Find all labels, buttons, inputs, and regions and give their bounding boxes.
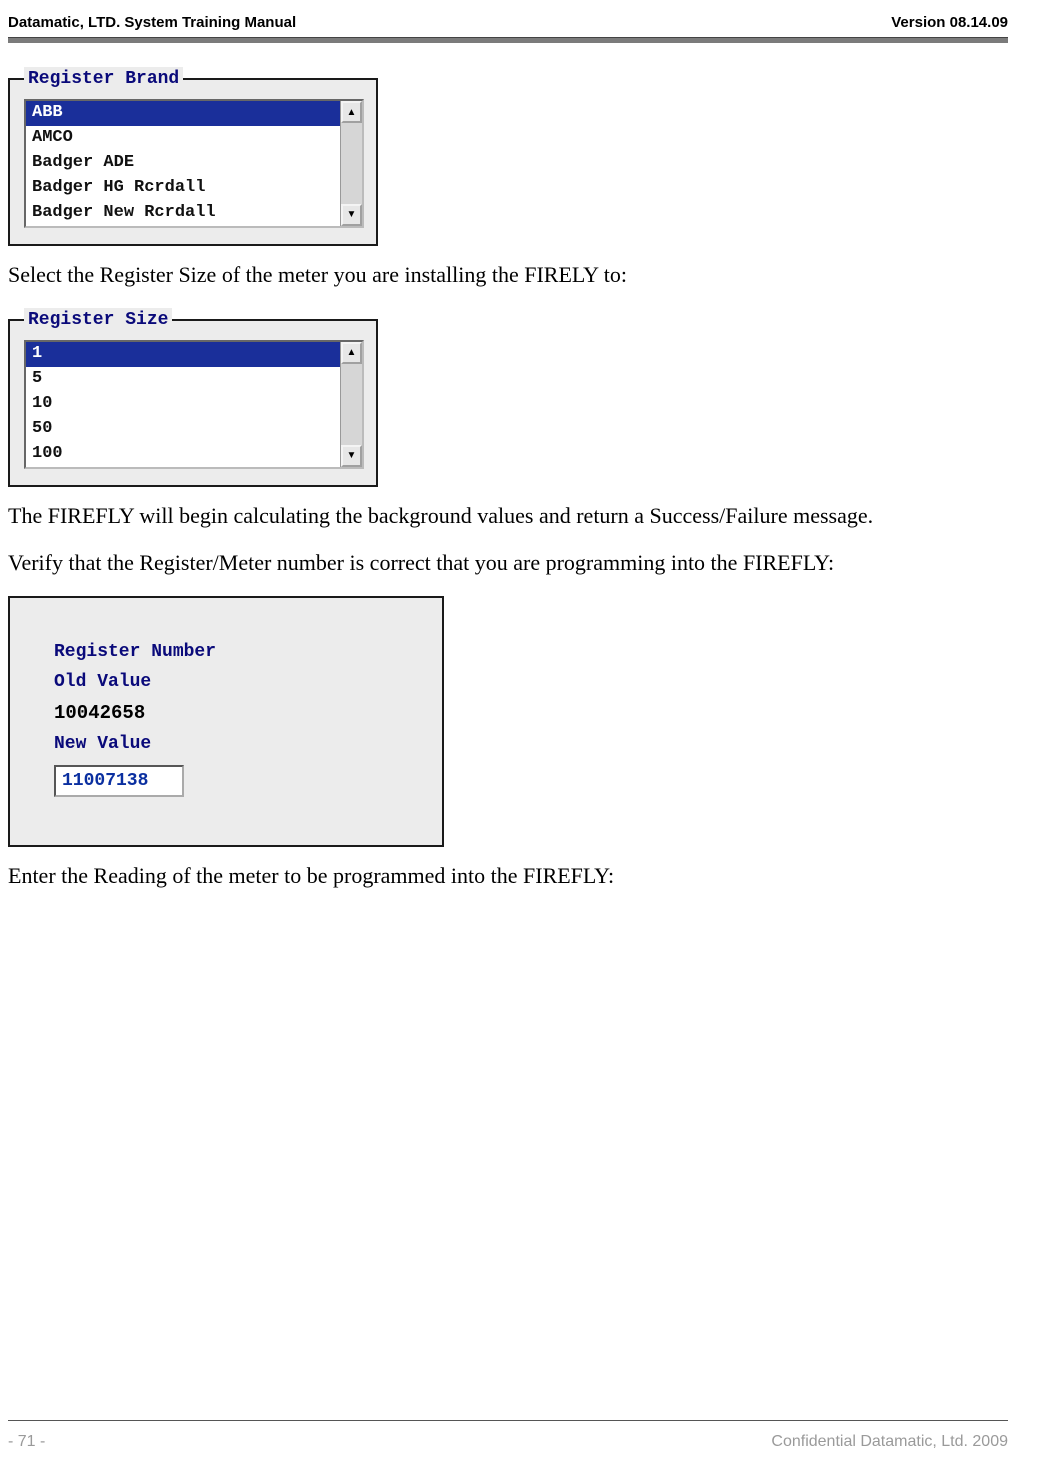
list-item[interactable]: 1 [26,342,340,367]
new-value-input[interactable]: 11007138 [54,765,184,797]
old-value: 10042658 [54,701,432,727]
paragraph: Verify that the Register/Meter number is… [8,548,1048,578]
page-number: - 71 - [8,1433,45,1451]
list-item[interactable]: ABB [26,101,340,126]
footer-confidential: Confidential Datamatic, Ltd. 2009 [771,1433,1008,1451]
header-left: Datamatic, LTD. System Training Manual [8,14,296,31]
scrollbar[interactable]: ▲ ▼ [340,342,362,467]
scroll-up-button[interactable]: ▲ [341,101,362,123]
new-value-label: New Value [54,732,432,756]
register-size-legend: Register Size [24,308,172,332]
scrollbar[interactable]: ▲ ▼ [340,101,362,226]
header-right: Version 08.14.09 [891,14,1008,31]
register-brand-listbox[interactable]: ABB AMCO Badger ADE Badger HG Rcrdall Ba… [24,99,364,228]
register-size-listbox[interactable]: 1 5 10 50 100 ▲ ▼ [24,340,364,469]
register-brand-groupbox: Register Brand ABB AMCO Badger ADE Badge… [8,67,378,246]
list-item[interactable]: Badger ADE [26,151,340,176]
register-brand-items: ABB AMCO Badger ADE Badger HG Rcrdall Ba… [26,101,340,226]
list-item[interactable]: 50 [26,417,340,442]
scroll-up-button[interactable]: ▲ [341,342,362,364]
register-number-title: Register Number [54,640,432,664]
register-size-items: 1 5 10 50 100 [26,342,340,467]
list-item[interactable]: 10 [26,392,340,417]
list-item[interactable]: AMCO [26,126,340,151]
list-item[interactable]: 100 [26,442,340,467]
footer-rule [8,1420,1008,1421]
register-brand-legend: Register Brand [24,67,183,91]
list-item[interactable]: Badger HG Rcrdall [26,176,340,201]
register-number-panel: Register Number Old Value 10042658 New V… [8,596,444,847]
old-value-label: Old Value [54,670,432,694]
paragraph: Enter the Reading of the meter to be pro… [8,861,1048,891]
paragraph: Select the Register Size of the meter yo… [8,260,1048,290]
paragraph: The FIREFLY will begin calculating the b… [8,501,1048,531]
list-item[interactable]: 5 [26,367,340,392]
scroll-track[interactable] [341,364,362,445]
scroll-down-button[interactable]: ▼ [341,445,362,467]
scroll-track[interactable] [341,123,362,204]
register-size-groupbox: Register Size 1 5 10 50 100 ▲ ▼ [8,308,378,487]
scroll-down-button[interactable]: ▼ [341,204,362,226]
list-item[interactable]: Badger New Rcrdall [26,201,340,226]
